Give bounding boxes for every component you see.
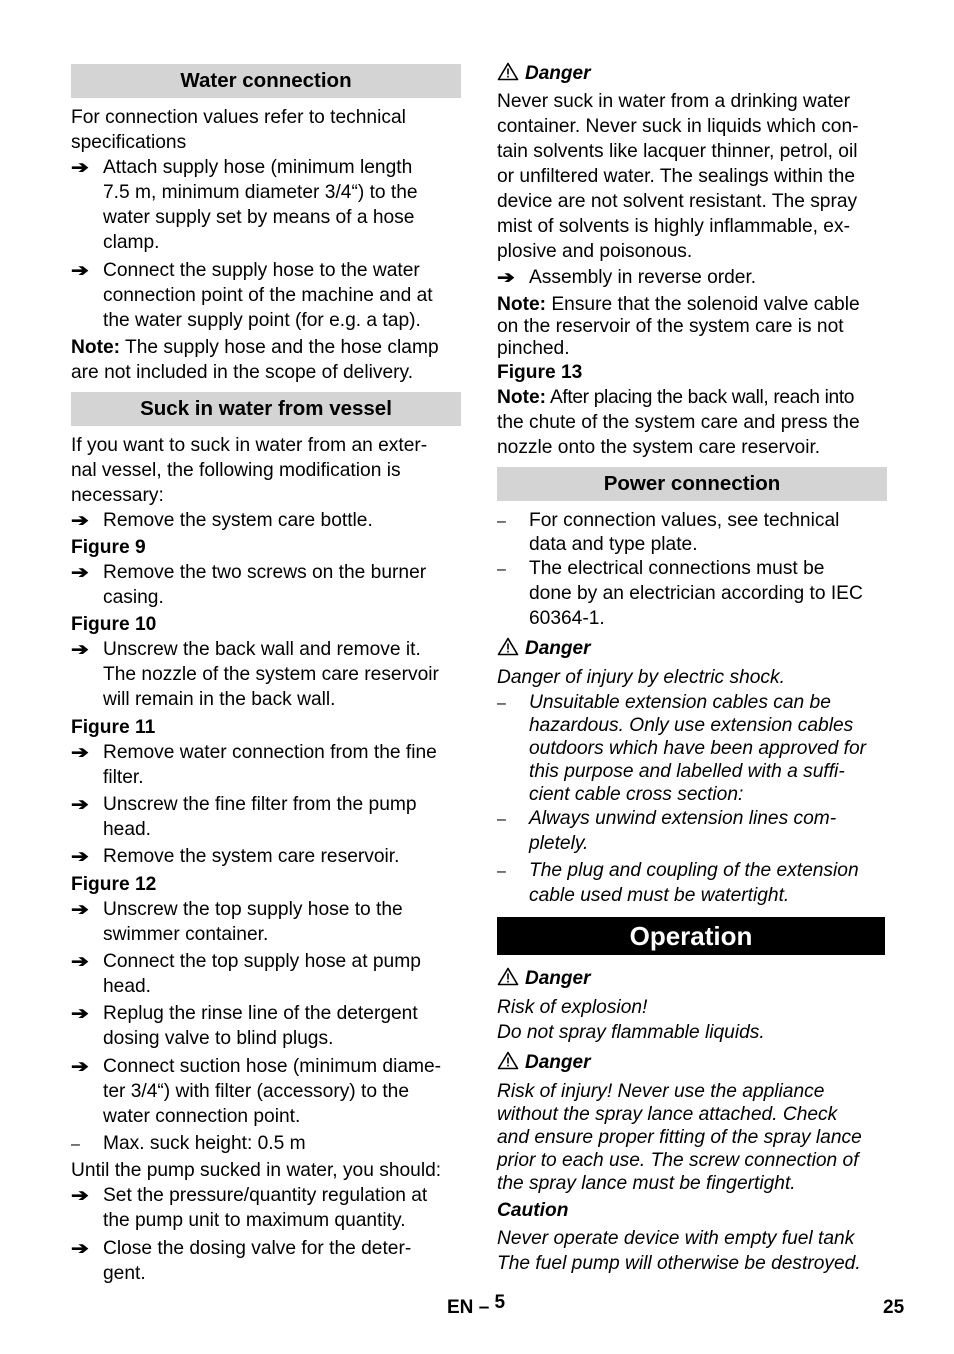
arrow-icon: ➔ [71,563,89,582]
dash-icon: – [497,561,506,578]
arrow-icon: ➔ [71,1004,89,1023]
danger-heading: Danger [497,966,590,991]
note-label: Note: [497,294,547,315]
list-item: ➔ Close the dosing valve for the deter- … [71,1238,412,1284]
danger-text: Risk of explosion! [497,997,648,1018]
note-back-wall: Note: After placing the back wall, reach… [497,387,855,408]
figure-label-9: Figure 9 [71,537,146,558]
warning-icon [497,637,519,656]
note-solenoid: Note: Ensure that the solenoid valve cab… [497,294,860,315]
list-item: ➔ Remove the two screws on the burner ca… [71,562,427,608]
note-back-wall-cont: the chute of the system care and press t… [497,412,860,458]
section-heading-water-connection: Water connection [71,64,461,98]
danger-text: Never suck in water from a drinking wate… [497,91,859,262]
list-item: ➔ Replug the rinse line of the detergent… [71,1003,418,1049]
danger-text: Risk of injury! Never use the appliance … [497,1081,862,1194]
list-item: ➔ Remove the system care bottle. [71,510,373,531]
list-item: – Always unwind extension lines com- ple… [497,808,837,854]
figure-label-11: Figure 11 [71,717,156,738]
dash-icon: – [71,1136,80,1153]
water-connection-note-cont: are not included in the scope of deliver… [71,362,414,383]
suck-in-intro: If you want to suck in water from an ext… [71,435,428,506]
list-item: ➔ Connect the top supply hose at pump he… [71,951,421,997]
arrow-icon: ➔ [497,268,515,287]
note-label: Note: [497,387,547,408]
list-item: ➔ Unscrew the back wall and remove it. T… [71,639,439,710]
figure-label-10: Figure 10 [71,614,157,635]
note-label: Note: [71,337,121,358]
dash-icon: – [497,513,506,530]
arrow-icon: ➔ [71,900,89,919]
section-heading-suck-in-water: Suck in water from vessel [71,392,461,426]
arrow-icon: ➔ [71,743,89,762]
arrow-icon: ➔ [71,511,89,530]
section-heading-power-connection: Power connection [497,467,887,501]
arrow-icon: ➔ [71,158,89,177]
figure-label-12: Figure 12 [71,874,157,895]
list-item: – Unsuitable extension cables can be haz… [497,692,867,805]
arrow-icon: ➔ [71,952,89,971]
list-item: – The electrical connections must be don… [497,558,863,629]
list-item: ➔ Attach supply hose (minimum length 7.5… [71,157,418,253]
list-item: ➔ Remove water connection from the fine … [71,742,437,788]
list-item: ➔ Unscrew the fine filter from the pump … [71,794,417,840]
arrow-icon: ➔ [71,261,89,280]
arrow-icon: ➔ [71,795,89,814]
arrow-icon: ➔ [71,1057,89,1076]
figure-label-13: Figure 13 [497,362,583,383]
dash-icon: – [497,863,506,880]
warning-icon [497,967,519,986]
list-item: ➔ Connect suction hose (minimum diame- t… [71,1056,442,1127]
warning-icon [497,62,519,81]
water-connection-note: Note: The supply hose and the hose clamp [71,337,439,358]
until-text: Until the pump sucked in water, you shou… [71,1160,442,1181]
footer-section-label: EN – 5 [447,1292,506,1318]
danger-heading: Danger [497,61,590,86]
list-item: – For connection values, see technical d… [497,510,840,555]
list-item: – Max. suck height: 0.5 m [71,1131,461,1156]
arrow-icon: ➔ [71,1239,89,1258]
list-item: ➔ Connect the supply hose to the water c… [71,260,433,331]
list-item: – The plug and coupling of the extension… [497,860,859,906]
dash-icon: – [497,695,506,712]
section-heading-operation: Operation [497,917,885,955]
caution-heading: Caution [497,1200,569,1221]
danger-heading: Danger [497,636,590,661]
list-item: ➔ Set the pressure/quantity regulation a… [71,1185,428,1231]
danger-heading: Danger [497,1050,590,1075]
warning-icon [497,1051,519,1070]
arrow-icon: ➔ [71,847,89,866]
note-solenoid-cont: on the reservoir of the system care is n… [497,316,844,359]
list-item: ➔ Unscrew the top supply hose to the swi… [71,899,403,945]
danger-intro: Danger of injury by electric shock. [497,667,785,688]
caution-text: Never operate device with empty fuel tan… [497,1228,861,1274]
arrow-icon: ➔ [71,640,89,659]
danger-text: Do not spray flammable liquids. [497,1022,765,1043]
list-item: ➔ Remove the system care reservoir. [71,846,400,867]
dash-icon: – [497,811,506,828]
page-number: 25 [883,1297,905,1318]
water-connection-intro: For connection values refer to technical… [71,107,406,153]
arrow-icon: ➔ [71,1186,89,1205]
list-item: ➔ Assembly in reverse order. [497,267,757,288]
